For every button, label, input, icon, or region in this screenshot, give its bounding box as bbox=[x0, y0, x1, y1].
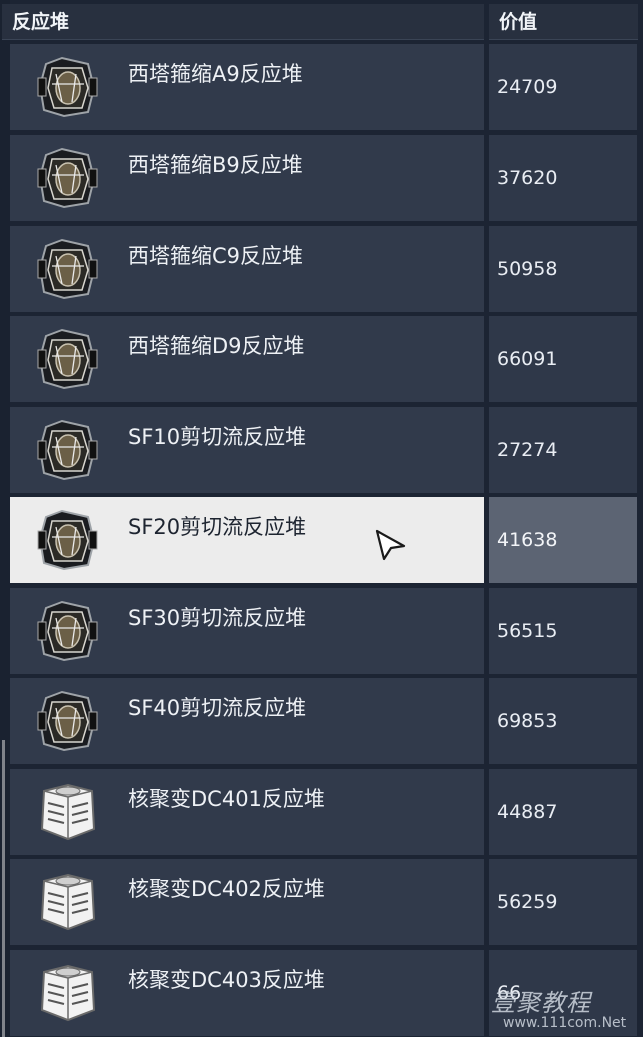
dark-reactor-icon bbox=[32, 417, 102, 483]
value-cell[interactable]: 50958 bbox=[489, 226, 637, 312]
reactor-name: 西塔箍缩A9反应堆 bbox=[128, 62, 303, 86]
reactor-name: 核聚变DC401反应堆 bbox=[128, 787, 325, 811]
list-item-selected[interactable]: SF20剪切流反应堆 41638 bbox=[10, 497, 637, 583]
name-cell[interactable]: 核聚变DC402反应堆 bbox=[10, 859, 484, 945]
watermark-url: www.111com.Net bbox=[503, 1015, 627, 1031]
reactor-name: 核聚变DC402反应堆 bbox=[128, 877, 325, 901]
name-cell[interactable]: SF30剪切流反应堆 bbox=[10, 588, 484, 674]
list-item[interactable]: SF10剪切流反应堆 27274 bbox=[10, 407, 637, 493]
list-item[interactable]: 西塔箍缩B9反应堆 37620 bbox=[10, 135, 637, 221]
reactor-name: 西塔箍缩C9反应堆 bbox=[128, 244, 304, 268]
value-cell[interactable]: 44887 bbox=[489, 769, 637, 855]
list-item[interactable]: SF30剪切流反应堆 56515 bbox=[10, 588, 637, 674]
dark-reactor-icon bbox=[32, 598, 102, 664]
mouse-cursor-icon bbox=[375, 529, 406, 561]
column-header-value[interactable]: 价值 bbox=[489, 4, 638, 40]
dark-reactor-icon bbox=[32, 326, 102, 392]
name-cell[interactable]: 西塔箍缩C9反应堆 bbox=[10, 226, 484, 312]
name-cell[interactable]: 西塔箍缩D9反应堆 bbox=[10, 316, 484, 402]
value-cell[interactable]: 41638 bbox=[489, 497, 637, 583]
name-cell[interactable]: 核聚变DC401反应堆 bbox=[10, 769, 484, 855]
reactor-name: SF30剪切流反应堆 bbox=[128, 606, 307, 630]
white-reactor-icon bbox=[32, 960, 102, 1026]
watermark: 壹聚教程 www.111com.Net bbox=[477, 983, 637, 1035]
watermark-title: 壹聚教程 bbox=[491, 989, 591, 1017]
name-cell[interactable]: SF10剪切流反应堆 bbox=[10, 407, 484, 493]
name-cell[interactable]: 核聚变DC403反应堆 bbox=[10, 950, 484, 1036]
reactor-name: SF40剪切流反应堆 bbox=[128, 696, 307, 720]
list-item[interactable]: 西塔箍缩A9反应堆 24709 bbox=[10, 44, 637, 130]
list-item[interactable]: 西塔箍缩D9反应堆 66091 bbox=[10, 316, 637, 402]
name-cell[interactable]: SF40剪切流反应堆 bbox=[10, 678, 484, 764]
reactor-name: SF10剪切流反应堆 bbox=[128, 425, 307, 449]
value-cell[interactable]: 69853 bbox=[489, 678, 637, 764]
list-item[interactable]: SF40剪切流反应堆 69853 bbox=[10, 678, 637, 764]
left-edge-highlight bbox=[2, 740, 5, 1037]
reactor-name: SF20剪切流反应堆 bbox=[128, 515, 307, 539]
name-cell[interactable]: 西塔箍缩A9反应堆 bbox=[10, 44, 484, 130]
value-cell[interactable]: 24709 bbox=[489, 44, 637, 130]
dark-reactor-icon bbox=[32, 54, 102, 120]
name-cell[interactable]: SF20剪切流反应堆 bbox=[10, 497, 484, 583]
white-reactor-icon bbox=[32, 779, 102, 845]
value-cell[interactable]: 27274 bbox=[489, 407, 637, 493]
dark-reactor-icon bbox=[32, 688, 102, 754]
reactor-name: 核聚变DC403反应堆 bbox=[128, 968, 325, 992]
column-header-reactor[interactable]: 反应堆 bbox=[2, 4, 484, 40]
dark-reactor-icon bbox=[32, 236, 102, 302]
table-header: 反应堆 价值 bbox=[0, 0, 643, 40]
value-cell[interactable]: 56259 bbox=[489, 859, 637, 945]
white-reactor-icon bbox=[32, 869, 102, 935]
list-item[interactable]: 核聚变DC402反应堆 56259 bbox=[10, 859, 637, 945]
list-item[interactable]: 西塔箍缩C9反应堆 50958 bbox=[10, 226, 637, 312]
value-cell[interactable]: 37620 bbox=[489, 135, 637, 221]
reactor-name: 西塔箍缩B9反应堆 bbox=[128, 153, 303, 177]
dark-reactor-icon bbox=[32, 507, 102, 573]
value-cell[interactable]: 56515 bbox=[489, 588, 637, 674]
value-cell[interactable]: 66091 bbox=[489, 316, 637, 402]
dark-reactor-icon bbox=[32, 145, 102, 211]
name-cell[interactable]: 西塔箍缩B9反应堆 bbox=[10, 135, 484, 221]
reactor-name: 西塔箍缩D9反应堆 bbox=[128, 334, 305, 358]
list-item[interactable]: 核聚变DC401反应堆 44887 bbox=[10, 769, 637, 855]
